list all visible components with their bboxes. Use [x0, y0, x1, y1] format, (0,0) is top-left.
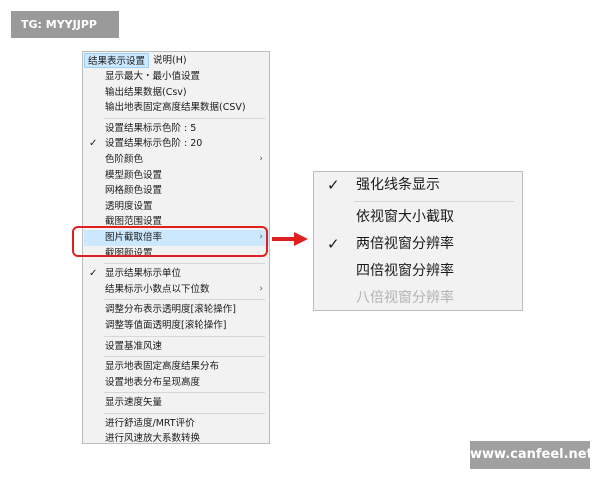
- menu-separator: [104, 356, 265, 358]
- menu-item-label: 模型颜色设置: [105, 169, 163, 181]
- red-arrow-icon: [272, 232, 308, 246]
- menu-item-label: 显示最大・最小值设置: [105, 71, 201, 82]
- menu-item-surface-distribution[interactable]: 显示地表固定高度结果分布: [84, 359, 269, 375]
- submenu-item-label: 四倍视窗分辨率: [356, 263, 454, 279]
- menu-separator: [104, 335, 265, 337]
- menu-separator: [104, 412, 265, 414]
- submenu-item-octuple-resolution: 八倍视窗分辨率: [314, 285, 522, 312]
- capture-scale-submenu: ✓ 强化线条显示 依视窗大小截取 ✓ 两倍视窗分辨率 四倍视窗分辨率 八倍视窗分辨率: [313, 171, 523, 311]
- submenu-item-label: 强化线条显示: [356, 177, 440, 193]
- watermark-badge: www.canfeel.net: [470, 441, 593, 469]
- menu-item-distribution-transparency[interactable]: 调整分布表示透明度[滚轮操作]: [84, 302, 269, 318]
- menu-item-label: 网格颜色设置: [105, 185, 163, 197]
- submenu-item-label: 依视窗大小截取: [356, 209, 454, 225]
- menu-help[interactable]: 说明(H): [150, 53, 190, 68]
- menu-item-label: 设置结果标示色阶 : 5: [105, 122, 197, 134]
- menu-item-label: 输出结果数据(Csv): [105, 86, 187, 98]
- menu-item-export-csv[interactable]: 输出结果数据(Csv): [84, 85, 269, 101]
- menu-item-surface-height[interactable]: 设置地表分布呈现高度: [84, 375, 269, 391]
- checkmark-icon: ✓: [89, 138, 98, 150]
- menu-item-label: 进行舒适度/MRT评价: [105, 417, 195, 429]
- submenu-item-label: 两倍视窗分辨率: [356, 236, 454, 252]
- submenu-item-window-size[interactable]: 依视窗大小截取: [314, 204, 522, 231]
- menu-item-label: 输出地表固定高度结果数据(CSV): [105, 102, 246, 114]
- submenu-item-quad-resolution[interactable]: 四倍视窗分辨率: [314, 258, 522, 285]
- submenu-item-enhance-lines[interactable]: ✓ 强化线条显示: [314, 172, 522, 199]
- menu-item-color-scale-20[interactable]: ✓ 设置结果标示色阶 : 20: [84, 136, 269, 152]
- menu-item-show-min-max[interactable]: 显示最大・最小值设置: [84, 69, 269, 85]
- menu-item-label: 进行风速放大系数转换: [105, 433, 201, 445]
- submenu-item-label: 八倍视窗分辨率: [356, 290, 454, 306]
- menubar: 结果表示设置 说明(H): [83, 52, 269, 69]
- menu-item-reference-wind[interactable]: 设置基准风速: [84, 339, 269, 355]
- menu-item-color-scale-5[interactable]: 设置结果标示色阶 : 5: [84, 121, 269, 137]
- menu-item-decimal-places[interactable]: 结果标示小数点以下位数 ›: [84, 282, 269, 298]
- callout-highlight-box: [72, 226, 268, 257]
- menu-item-label: 调整等值面透明度[滚轮操作]: [105, 319, 227, 331]
- menu-separator: [104, 263, 265, 265]
- submenu-separator: [354, 201, 514, 202]
- menu-separator: [104, 299, 265, 301]
- menu-item-show-units[interactable]: ✓ 显示结果标示单位: [84, 266, 269, 282]
- menu-item-label: 透明度设置: [105, 200, 153, 212]
- menu-item-label: 设置结果标示色阶 : 20: [105, 138, 203, 150]
- menu-item-label: 显示地表固定高度结果分布: [105, 361, 220, 373]
- chevron-right-icon: ›: [259, 153, 263, 164]
- checkmark-icon: ✓: [327, 235, 340, 253]
- checkmark-icon: ✓: [89, 268, 98, 280]
- menu-item-velocity-vectors[interactable]: 显示速度矢量: [84, 395, 269, 411]
- checkmark-icon: ✓: [327, 176, 340, 194]
- menu-item-wind-amplification[interactable]: 进行风速放大系数转换: [84, 431, 269, 447]
- chevron-right-icon: ›: [259, 283, 263, 294]
- menu-item-label: 设置基准风速: [105, 340, 163, 352]
- menu-item-model-color[interactable]: 模型颜色设置: [84, 168, 269, 184]
- menu-item-label: 设置地表分布呈现高度: [105, 376, 201, 388]
- menu-results-display-settings[interactable]: 结果表示设置: [84, 53, 150, 68]
- menu-item-isosurface-transparency[interactable]: 调整等值面透明度[滚轮操作]: [84, 318, 269, 334]
- tg-badge: TG: MYYJJPP: [11, 11, 119, 38]
- menu-item-transparency[interactable]: 透明度设置: [84, 199, 269, 215]
- menu-item-mesh-color[interactable]: 网格颜色设置: [84, 183, 269, 199]
- menu-item-scale-color[interactable]: 色阶颜色 ›: [84, 152, 269, 168]
- menu-separator: [104, 392, 265, 394]
- menu-separator: [104, 117, 265, 119]
- menu-item-comfort-mrt[interactable]: 进行舒适度/MRT评价: [84, 416, 269, 432]
- menu-item-export-surface-csv[interactable]: 输出地表固定高度结果数据(CSV): [84, 100, 269, 116]
- menu-item-label: 显示结果标示单位: [105, 268, 182, 280]
- menu-item-label: 色阶颜色: [105, 153, 144, 165]
- menu-item-label: 结果标示小数点以下位数: [105, 283, 210, 295]
- menu-item-label: 显示速度矢量: [105, 397, 163, 409]
- menu-item-label: 调整分布表示透明度[滚轮操作]: [105, 304, 236, 316]
- submenu-item-double-resolution[interactable]: ✓ 两倍视窗分辨率: [314, 231, 522, 258]
